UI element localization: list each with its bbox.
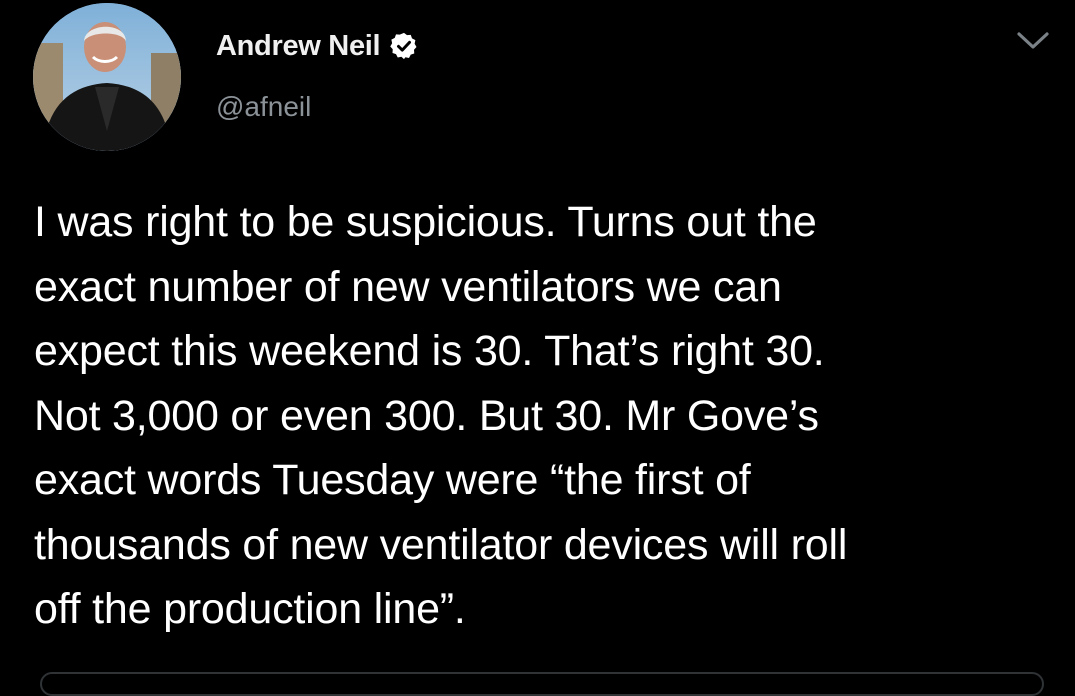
author-handle[interactable]: @afneil (216, 91, 311, 123)
author-name-row: Andrew Neil (216, 26, 419, 66)
tweet-card: Andrew Neil @afneil I was right to be su… (0, 0, 1075, 696)
avatar-image (33, 3, 181, 151)
avatar[interactable] (33, 3, 181, 151)
verified-badge-icon (389, 31, 419, 61)
embedded-card-edge (40, 672, 1044, 696)
chevron-down-icon[interactable] (1016, 30, 1050, 52)
author-display-name[interactable]: Andrew Neil (216, 30, 381, 63)
tweet-text: I was right to be suspicious. Turns out … (34, 198, 848, 633)
